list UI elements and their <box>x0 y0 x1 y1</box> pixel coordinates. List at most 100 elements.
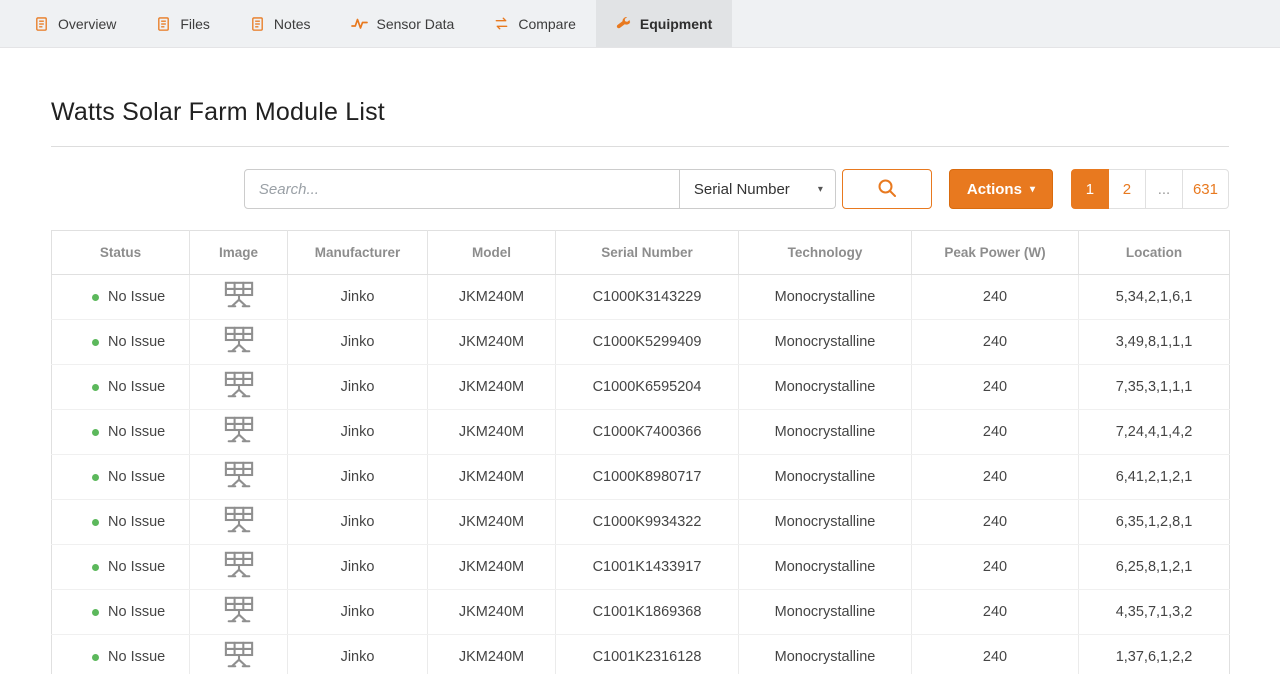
status-label: No Issue <box>108 649 166 666</box>
model-cell: JKM240M <box>427 454 556 500</box>
search-input[interactable] <box>243 169 680 209</box>
status-ok-dot-icon <box>92 428 99 436</box>
col-header-manufacturer: Manufacturer <box>287 230 428 275</box>
page-ellipsis[interactable]: ... <box>1144 169 1183 209</box>
image-cell <box>189 634 288 674</box>
table-header-row: Status Image Manufacturer Model Serial N… <box>51 230 1230 275</box>
image-cell <box>189 589 288 635</box>
col-header-image: Image <box>189 230 288 275</box>
solar-panel-icon <box>224 551 253 578</box>
tab-label: Equipment <box>639 15 713 32</box>
image-cell <box>189 499 288 545</box>
tab-label: Files <box>180 15 210 32</box>
actions-button[interactable]: Actions ▾ <box>948 169 1053 209</box>
status-ok-dot-icon <box>92 518 99 526</box>
location-cell: 7,35,3,1,1,1 <box>1078 364 1230 410</box>
status-label: No Issue <box>108 559 166 576</box>
tab-notes[interactable]: Notes <box>230 0 331 47</box>
tab-label: Sensor Data <box>376 15 455 32</box>
tab-sensor-data[interactable]: Sensor Data <box>331 0 475 47</box>
technology-cell: Monocrystalline <box>738 544 912 590</box>
table-row[interactable]: No Issue Jinko JKM240M C1000K3143229 Monocry… <box>51 274 1230 320</box>
table-row[interactable]: No Issue Jinko JKM240M C1001K1433917 Monocry… <box>51 544 1230 590</box>
search-button[interactable] <box>841 169 932 209</box>
status-cell: No Issue <box>51 499 190 545</box>
manufacturer-cell: Jinko <box>287 499 428 545</box>
status-label: No Issue <box>108 514 166 531</box>
chevron-down-icon: ▾ <box>1029 183 1035 195</box>
tab-equipment[interactable]: Equipment <box>595 0 733 47</box>
page-2-button[interactable]: 2 <box>1107 169 1146 209</box>
tab-files[interactable]: Files <box>136 0 230 47</box>
module-table-body: No Issue Jinko JKM240M C1000K3143229 Monocry… <box>51 274 1230 674</box>
serial-number-cell: C1000K9934322 <box>555 499 739 545</box>
location-cell: 5,34,2,1,6,1 <box>1078 274 1230 320</box>
manufacturer-cell: Jinko <box>287 454 428 500</box>
pagination: 1 2 ... 631 <box>1070 169 1229 209</box>
status-cell: No Issue <box>51 274 190 320</box>
manufacturer-cell: Jinko <box>287 544 428 590</box>
technology-cell: Monocrystalline <box>738 409 912 455</box>
chevron-down-icon: ▾ <box>817 183 823 195</box>
technology-cell: Monocrystalline <box>738 364 912 410</box>
table-row[interactable]: No Issue Jinko JKM240M C1000K9934322 Monocry… <box>51 499 1230 545</box>
model-cell: JKM240M <box>427 499 556 545</box>
table-row[interactable]: No Issue Jinko JKM240M C1001K1869368 Monocry… <box>51 589 1230 635</box>
serial-number-cell: C1000K8980717 <box>555 454 739 500</box>
image-cell <box>189 364 288 410</box>
solar-panel-icon <box>224 641 253 668</box>
status-cell: No Issue <box>51 544 190 590</box>
model-cell: JKM240M <box>427 589 556 635</box>
image-cell <box>189 274 288 320</box>
solar-panel-icon <box>224 416 253 443</box>
solar-panel-icon <box>224 281 253 308</box>
col-header-peak-power: Peak Power (W) <box>911 230 1079 275</box>
module-table: Status Image Manufacturer Model Serial N… <box>51 230 1230 674</box>
wrench-icon <box>616 16 631 31</box>
manufacturer-cell: Jinko <box>287 319 428 365</box>
tab-label: Notes <box>273 15 311 32</box>
solar-panel-icon <box>224 461 253 488</box>
status-label: No Issue <box>108 379 166 396</box>
status-ok-dot-icon <box>92 383 99 391</box>
peak-power-cell: 240 <box>911 454 1079 500</box>
status-ok-dot-icon <box>92 473 99 481</box>
page-1-button[interactable]: 1 <box>1070 169 1109 209</box>
technology-cell: Monocrystalline <box>738 499 912 545</box>
manufacturer-cell: Jinko <box>287 409 428 455</box>
status-ok-dot-icon <box>92 338 99 346</box>
col-header-technology: Technology <box>738 230 912 275</box>
model-cell: JKM240M <box>427 544 556 590</box>
tab-overview[interactable]: Overview <box>14 0 136 47</box>
status-cell: No Issue <box>51 589 190 635</box>
serial-number-cell: C1001K1433917 <box>555 544 739 590</box>
image-cell <box>189 454 288 500</box>
model-cell: JKM240M <box>427 409 556 455</box>
actions-label: Actions <box>966 180 1022 198</box>
technology-cell: Monocrystalline <box>738 634 912 674</box>
table-row[interactable]: No Issue Jinko JKM240M C1000K8980717 Monocry… <box>51 454 1230 500</box>
compare-arrows-icon <box>494 16 509 31</box>
table-row[interactable]: No Issue Jinko JKM240M C1000K5299409 Monocry… <box>51 319 1230 365</box>
technology-cell: Monocrystalline <box>738 454 912 500</box>
technology-cell: Monocrystalline <box>738 274 912 320</box>
tab-compare[interactable]: Compare <box>474 0 596 47</box>
status-cell: No Issue <box>51 364 190 410</box>
col-header-location: Location <box>1078 230 1230 275</box>
table-row[interactable]: No Issue Jinko JKM240M C1000K7400366 Monocry… <box>51 409 1230 455</box>
status-label: No Issue <box>108 289 166 306</box>
table-row[interactable]: No Issue Jinko JKM240M C1001K2316128 Monocry… <box>51 634 1230 674</box>
search-field-select[interactable]: Serial Number ▾ <box>679 169 836 209</box>
location-cell: 1,37,6,1,2,2 <box>1078 634 1230 674</box>
document-icon <box>250 16 265 32</box>
location-cell: 7,24,4,1,4,2 <box>1078 409 1230 455</box>
manufacturer-cell: Jinko <box>287 274 428 320</box>
image-cell <box>189 409 288 455</box>
page-last-button[interactable]: 631 <box>1181 169 1229 209</box>
manufacturer-cell: Jinko <box>287 364 428 410</box>
col-header-serial: Serial Number <box>555 230 739 275</box>
technology-cell: Monocrystalline <box>738 319 912 365</box>
solar-panel-icon <box>224 326 253 353</box>
table-row[interactable]: No Issue Jinko JKM240M C1000K6595204 Monocry… <box>51 364 1230 410</box>
tab-label: Compare <box>518 15 576 32</box>
